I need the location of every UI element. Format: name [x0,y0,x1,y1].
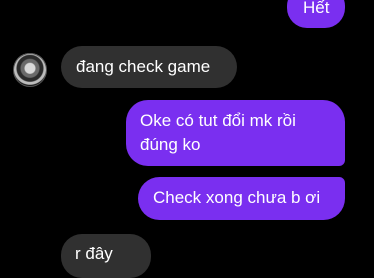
outgoing-message-bubble[interactable]: Check xong chưa b ơi [138,177,345,220]
outgoing-message-bubble[interactable]: Hết [287,0,345,28]
avatar[interactable] [13,53,47,87]
outgoing-message-bubble[interactable]: Oke có tut đổi mk rồi đúng ko [126,100,345,166]
incoming-message-bubble[interactable]: đang check game [61,46,237,88]
message-text: đang check game [76,57,211,76]
message-text: Oke có tut đổi mk rồi đúng ko [140,111,296,154]
message-text: Hết [303,0,330,17]
message-text: r đây [75,244,113,263]
incoming-message-bubble[interactable]: r đây [61,234,151,278]
chat-thread: Hết đang check game Oke có tut đổi mk rồ… [0,0,374,278]
message-text: Check xong chưa b ơi [153,188,321,207]
